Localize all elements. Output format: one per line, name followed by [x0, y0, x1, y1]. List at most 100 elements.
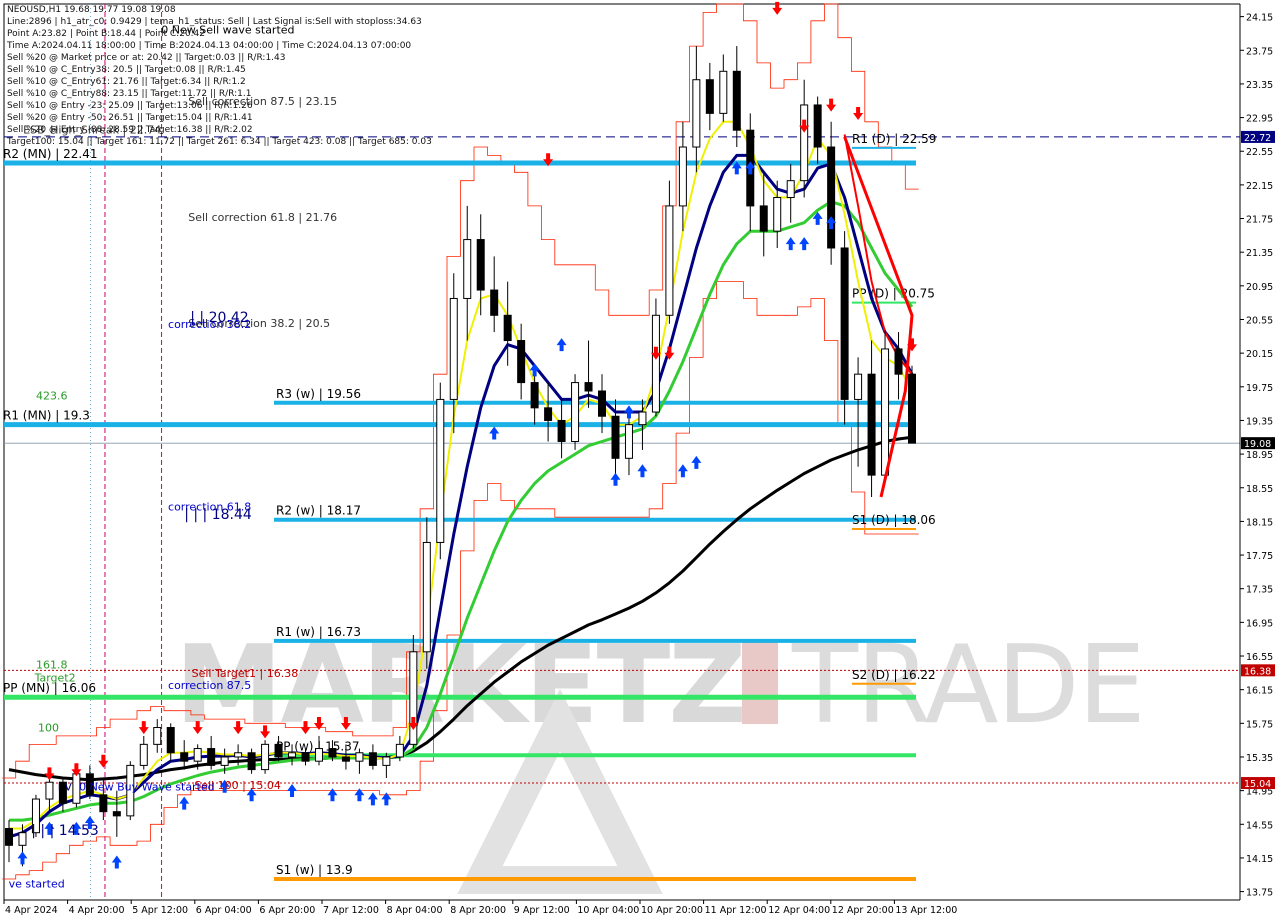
info-line: Sell %10 @ C_Entry88: 23.15 || Target:11…	[7, 89, 252, 99]
price-tick-label: 13.75	[1246, 888, 1273, 899]
candle-bull	[18, 832, 27, 846]
candle-bull	[665, 205, 674, 316]
time-tick-label: 12 Apr 04:00	[768, 905, 830, 916]
candle-bull	[786, 180, 795, 199]
pivot-level-label: R1 (w) | 16.73	[276, 625, 361, 639]
price-tick-label: 18.95	[1246, 450, 1273, 461]
price-tick-label: 22.55	[1246, 147, 1273, 158]
candle-bull	[288, 752, 297, 758]
candle-bear	[598, 390, 607, 417]
time-tick-label: 10 Apr 20:00	[641, 905, 703, 916]
price-tick-label: 22.95	[1246, 114, 1273, 125]
candle-bull	[314, 748, 323, 762]
pivot-level-label: R3 (w) | 19.56	[276, 387, 361, 401]
time-axis: 4 Apr 2024 4 Apr 20:00 5 Apr 12:00 6 Apr 04…	[3, 899, 1240, 916]
candle-bull	[800, 104, 809, 182]
price-axis: 24.15 23.75 23.35 22.95 22.55 22.15 21.75 21.35…	[1239, 0, 1280, 920]
time-tick-label: 12 Apr 20:00	[832, 905, 894, 916]
candle-bull	[678, 146, 687, 207]
candle-bull	[422, 541, 431, 653]
candle-bull	[234, 752, 243, 758]
candle-bear	[759, 205, 768, 232]
info-line: Line:2896 | h1_atr_c0: 0.9429 | tema_h1_…	[7, 17, 422, 27]
price-tick-label: 14.55	[1246, 820, 1273, 831]
pivot-level-label: R2 (MN) | 22.41	[3, 147, 98, 161]
time-tick-label: 9 Apr 12:00	[514, 905, 570, 916]
candle-bear	[328, 748, 337, 758]
candle-bear	[247, 752, 256, 771]
candle-bear	[530, 382, 539, 409]
candle-bear	[490, 289, 499, 316]
candle-bull	[45, 781, 54, 800]
candle-bull	[409, 651, 418, 745]
candle-bear	[840, 247, 849, 400]
chart-annotation: 0 New Buy Wave started	[79, 781, 215, 794]
price-tick-label: 16.15	[1246, 686, 1273, 697]
price-tag-label: 15.04	[1244, 779, 1271, 790]
buy-arrow-icon	[677, 464, 688, 478]
buy-arrow-icon	[610, 472, 621, 486]
pivot-level-label: R2 (w) | 18.17	[276, 504, 361, 518]
buy-arrow-icon	[785, 237, 796, 251]
price-tick-label: 22.15	[1246, 181, 1273, 192]
candle-bear	[517, 340, 526, 384]
price-tick-label: 14.15	[1246, 854, 1273, 865]
time-tick-label: 6 Apr 20:00	[259, 905, 315, 916]
candle-bear	[476, 239, 485, 291]
price-tick-label: 20.95	[1246, 282, 1273, 293]
candle-bull	[395, 743, 404, 758]
price-tick-label: 21.75	[1246, 215, 1273, 226]
time-tick-label: 4 Apr 20:00	[69, 905, 125, 916]
price-tick-label: 23.75	[1246, 46, 1273, 57]
time-tick-label: 7 Apr 12:00	[323, 905, 379, 916]
chart-annotation: 423.6	[36, 389, 68, 402]
candle-bear	[368, 752, 377, 766]
info-line: Sell %20 @ Entry -88: 28.59 || Target:16…	[7, 125, 253, 135]
ma-red-line	[843, 134, 913, 375]
price-tick-label: 18.55	[1246, 484, 1273, 495]
candle-bear	[894, 348, 903, 375]
info-line: Sell %10 @ C_Entry38: 20.5 || Target:0.0…	[7, 65, 246, 75]
pivot-level-label: PP (D) | 20.75	[852, 287, 935, 301]
sell-arrow-icon	[138, 721, 149, 735]
candle-bull	[220, 756, 229, 766]
chart-annotation: | | | 18.44	[184, 507, 252, 523]
candle-bear	[301, 752, 310, 762]
candle-bear	[813, 104, 822, 148]
chart-annotation: Sell correction 61.8 | 21.76	[188, 211, 337, 224]
candle-bull	[436, 398, 445, 543]
buy-arrow-icon	[367, 792, 378, 806]
price-tick-label: 19.75	[1246, 383, 1273, 394]
buy-arrow-icon	[623, 405, 634, 419]
candle-bear	[557, 419, 566, 442]
buy-arrow-icon	[17, 851, 28, 865]
candle-bull	[638, 411, 647, 426]
buy-arrow-icon	[381, 792, 392, 806]
chart-annotation: ve started	[9, 877, 65, 890]
time-tick-label: 5 Apr 12:00	[132, 905, 188, 916]
price-tick-label: 23.35	[1246, 80, 1273, 91]
price-tick-label: 17.75	[1246, 551, 1273, 562]
price-tick-label: 15.35	[1246, 753, 1273, 764]
candle-bull	[153, 727, 162, 745]
candle-bear	[99, 794, 108, 813]
chart-annotation: | | | 14.53	[31, 823, 99, 839]
buy-arrow-icon	[799, 237, 810, 251]
buy-arrow-icon	[637, 464, 648, 478]
candle-bear	[180, 752, 189, 762]
time-tick-label: 8 Apr 20:00	[450, 905, 506, 916]
info-line: Sell %20 @ Entry -50: 26.51 || Target:15…	[7, 113, 253, 123]
sell-arrow-icon	[853, 106, 864, 120]
time-tick-label: 13 Apr 12:00	[895, 905, 957, 916]
info-line: Sell %10 @ C_Entry61: 21.76 || Target:6.…	[7, 77, 246, 87]
candle-bull	[773, 197, 782, 232]
chart-area[interactable]: MARKETZ TRADE R2 (MN) | 22.41 R1 (MN) | 19…	[0, 0, 1280, 920]
candle-bear	[544, 407, 553, 421]
watermark-bar	[742, 640, 778, 724]
candle-bear	[341, 756, 350, 762]
candle-bear	[503, 314, 512, 342]
time-tick-label: 10 Apr 04:00	[577, 905, 639, 916]
price-tick-label: 19.35	[1246, 416, 1273, 427]
candle-bull	[193, 748, 202, 762]
info-line: Sell %20 @ Market price or at: 20.42 || …	[7, 53, 286, 63]
